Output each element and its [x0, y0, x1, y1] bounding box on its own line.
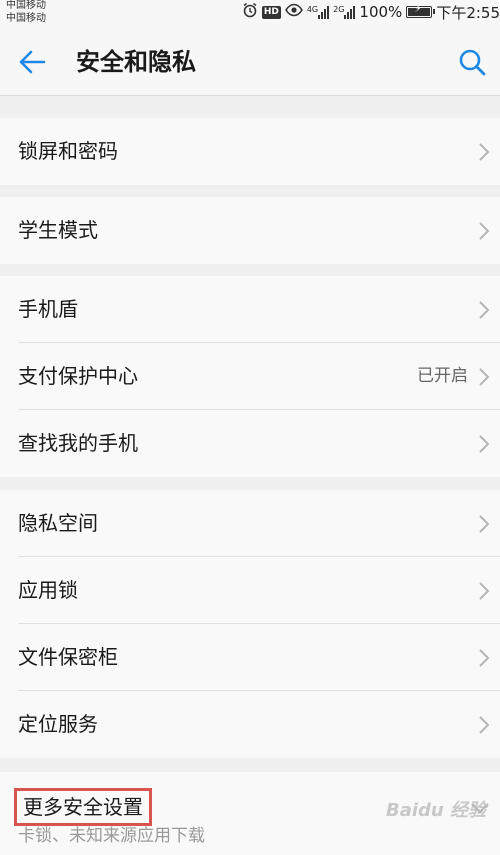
- network-type-1: 4G: [306, 4, 319, 14]
- list-item-location-service[interactable]: 定位服务: [0, 691, 500, 758]
- settings-group-student: 学生模式: [0, 197, 500, 264]
- list-item-find-my-phone[interactable]: 查找我的手机: [0, 410, 500, 477]
- more-security-subtitle: 卡锁、未知来源应用下载: [18, 826, 205, 846]
- item-label: 隐私空间: [18, 511, 98, 535]
- chevron-right-icon: [479, 143, 490, 161]
- item-label: 定位服务: [18, 712, 98, 736]
- item-label: 学生模式: [18, 218, 98, 242]
- settings-group-privacy: 隐私空间 应用锁 文件保密柜 定位服务: [0, 490, 500, 758]
- signal-icon: 2G: [333, 4, 356, 19]
- chevron-right-icon: [479, 301, 490, 319]
- item-label: 锁屏和密码: [18, 139, 118, 163]
- item-label: 查找我的手机: [18, 431, 138, 455]
- status-icons: HD 4G 2G 100% ⚡ 下午2:55: [242, 2, 500, 22]
- chevron-right-icon: [479, 435, 490, 453]
- back-arrow-icon[interactable]: [16, 46, 48, 78]
- battery-icon: ⚡: [406, 4, 436, 18]
- signal-icon: 4G: [306, 4, 330, 19]
- item-label: 支付保护中心: [18, 364, 138, 388]
- item-status-value: 已开启: [417, 366, 468, 386]
- chevron-right-icon: [479, 649, 490, 667]
- carrier-label-2: 中国移动: [6, 13, 46, 24]
- page-title: 安全和隐私: [76, 48, 196, 76]
- chevron-right-icon: [479, 368, 490, 386]
- list-item-phone-shield[interactable]: 手机盾: [0, 276, 500, 343]
- eye-icon: [284, 3, 303, 22]
- chevron-right-icon: [479, 716, 490, 734]
- chevron-right-icon: [479, 222, 490, 240]
- alarm-icon: [242, 2, 258, 23]
- settings-group-security: 手机盾 支付保护中心 已开启 查找我的手机: [0, 276, 500, 477]
- list-item-private-space[interactable]: 隐私空间: [0, 490, 500, 557]
- more-security-title: 更多安全设置: [14, 788, 152, 826]
- chevron-down-icon: [471, 803, 489, 814]
- item-label: 文件保密柜: [18, 645, 118, 669]
- chevron-right-icon: [479, 515, 490, 533]
- item-label: 手机盾: [18, 297, 78, 321]
- chevron-right-icon: [479, 582, 490, 600]
- search-icon[interactable]: [456, 46, 488, 78]
- list-item-payment-protection[interactable]: 支付保护中心 已开启: [0, 343, 500, 410]
- network-type-2: 2G: [333, 4, 345, 14]
- carrier-label-1: 中国移动: [6, 0, 46, 11]
- status-time: 下午2:55: [436, 3, 500, 22]
- settings-group-lockscreen: 锁屏和密码: [0, 118, 500, 185]
- list-item-app-lock[interactable]: 应用锁: [0, 557, 500, 624]
- list-item-lockscreen-password[interactable]: 锁屏和密码: [0, 118, 500, 185]
- app-bar: 安全和隐私: [0, 26, 500, 96]
- hd-icon: HD: [261, 5, 281, 19]
- item-label: 应用锁: [18, 578, 78, 602]
- battery-percent: 100%: [359, 3, 403, 21]
- list-item-student-mode[interactable]: 学生模式: [0, 197, 500, 264]
- status-bar: 中国移动 中国移动 HD 4G 2G 100% ⚡ 下午2:55: [0, 0, 500, 26]
- list-item-more-security[interactable]: 更多安全设置 卡锁、未知来源应用下载 Baidu 经验: [0, 772, 500, 855]
- list-item-file-safe[interactable]: 文件保密柜: [0, 624, 500, 691]
